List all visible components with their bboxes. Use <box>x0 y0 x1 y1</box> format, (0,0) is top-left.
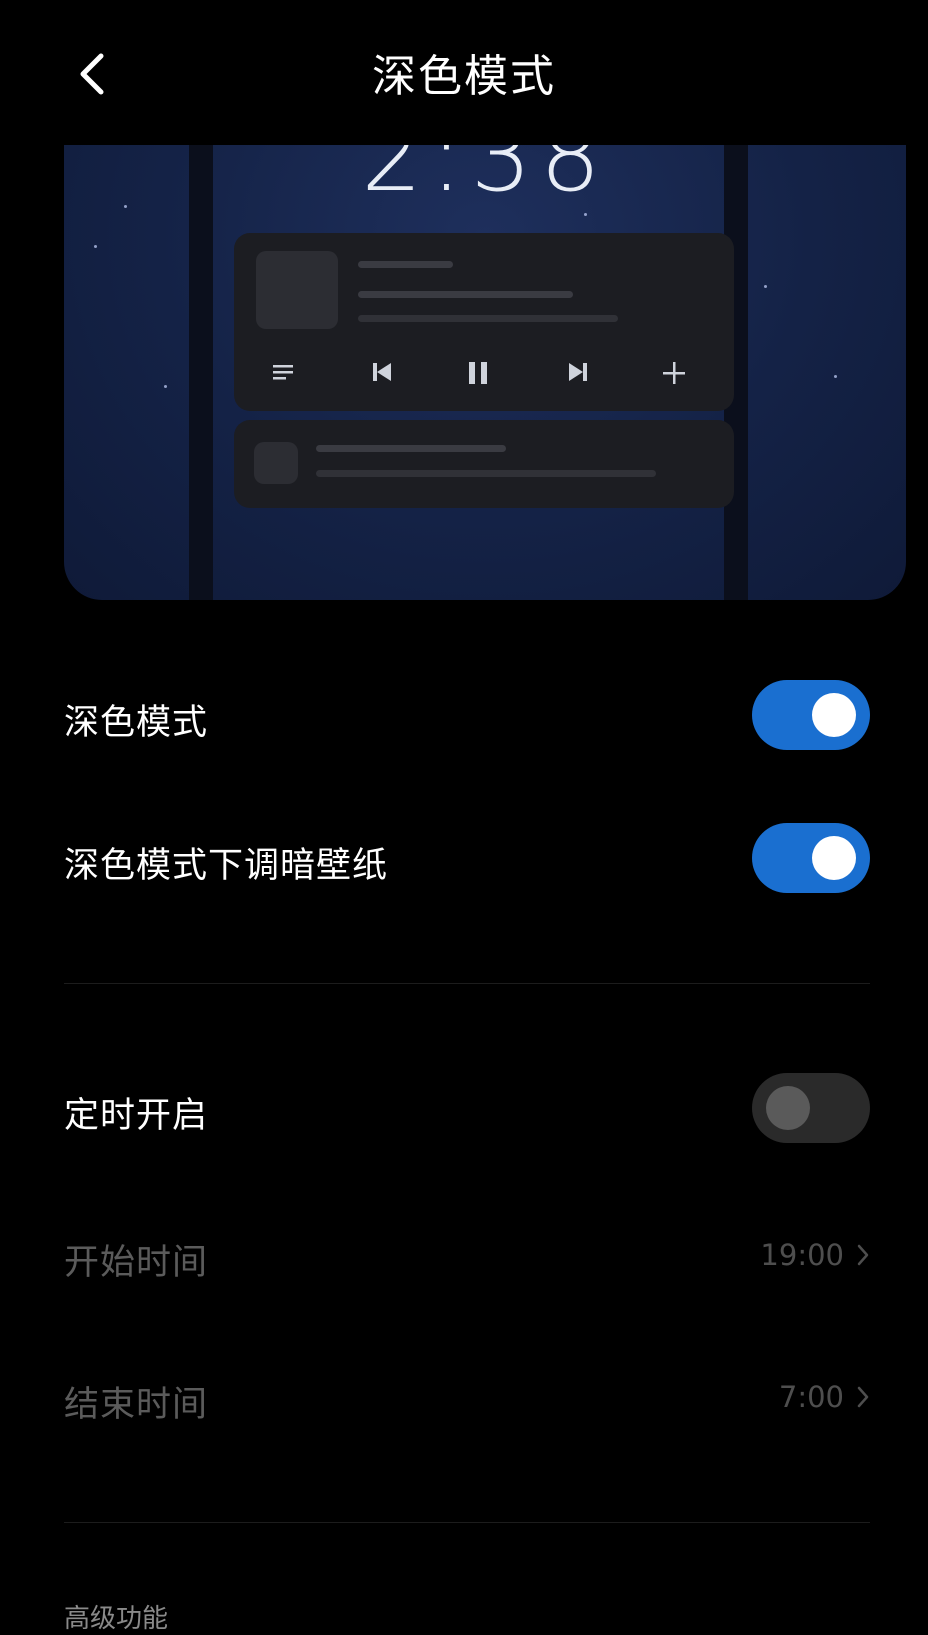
header: 深色模式 <box>0 0 928 140</box>
setting-row-start-time[interactable]: 开始时间 19:00 <box>64 1228 870 1288</box>
notification-icon <box>254 442 298 484</box>
end-time-text: 7:00 <box>778 1380 844 1414</box>
end-time-label: 结束时间 <box>64 1385 209 1425</box>
preview-phone-edge-left <box>189 145 213 600</box>
toggle-knob <box>812 836 856 880</box>
text-placeholder <box>358 315 618 322</box>
setting-row-schedule[interactable]: 定时开启 <box>64 1073 870 1143</box>
text-placeholder <box>316 470 656 477</box>
dark-mode-preview: 2:38 <box>64 145 906 600</box>
section-title-advanced: 高级功能 <box>64 1604 169 1634</box>
text-placeholder <box>358 261 453 268</box>
setting-row-dark-mode[interactable]: 深色模式 <box>64 680 870 750</box>
chevron-right-icon <box>857 1386 869 1408</box>
star <box>834 375 837 378</box>
divider <box>64 983 870 984</box>
page-title: 深色模式 <box>372 51 556 102</box>
next-icon <box>568 361 588 388</box>
preview-media-card <box>234 233 734 411</box>
preview-notification-card <box>234 420 734 508</box>
divider <box>64 1522 870 1523</box>
dark-mode-toggle[interactable] <box>752 680 870 750</box>
chevron-right-icon <box>857 1244 869 1266</box>
toggle-knob <box>766 1086 810 1130</box>
schedule-label: 定时开启 <box>64 1096 209 1136</box>
playlist-icon <box>272 361 294 388</box>
schedule-toggle[interactable] <box>752 1073 870 1143</box>
text-placeholder <box>316 445 506 452</box>
setting-row-end-time[interactable]: 结束时间 7:00 <box>64 1370 870 1430</box>
setting-row-dim-wallpaper[interactable]: 深色模式下调暗壁纸 <box>64 823 870 893</box>
dim-wallpaper-label: 深色模式下调暗壁纸 <box>64 846 389 886</box>
preview-clock: 2:38 <box>361 145 609 213</box>
end-time-value[interactable]: 7:00 <box>779 1380 870 1414</box>
star <box>94 245 97 248</box>
start-time-value[interactable]: 19:00 <box>760 1238 870 1272</box>
pause-icon <box>466 361 490 390</box>
start-time-label: 开始时间 <box>64 1243 209 1283</box>
dim-wallpaper-toggle[interactable] <box>752 823 870 893</box>
text-placeholder <box>358 291 573 298</box>
star <box>164 385 167 388</box>
star <box>584 213 587 216</box>
add-icon <box>662 361 686 390</box>
start-time-text: 19:00 <box>760 1238 844 1272</box>
dark-mode-label: 深色模式 <box>64 703 209 743</box>
star <box>764 285 767 288</box>
album-art <box>256 251 338 329</box>
previous-icon <box>372 361 392 388</box>
toggle-knob <box>812 693 856 737</box>
